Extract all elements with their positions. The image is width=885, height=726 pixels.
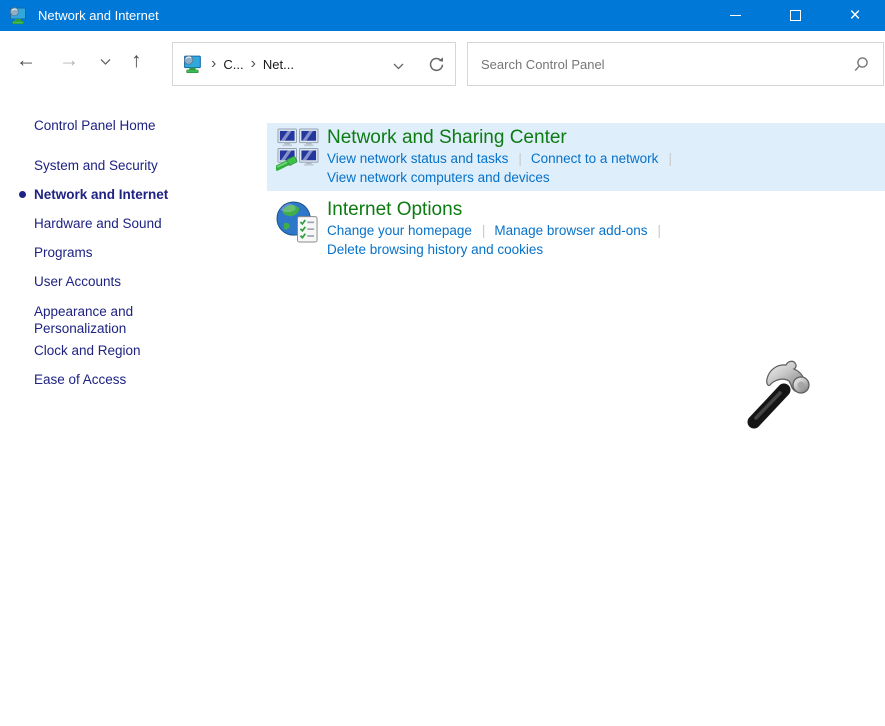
search-icon[interactable] xyxy=(853,56,870,73)
sidebar-item-network-and-internet[interactable]: Network and Internet xyxy=(34,187,199,202)
sidebar-item-ease-of-access[interactable]: Ease of Access xyxy=(34,372,199,387)
window-controls: × xyxy=(705,0,885,31)
sidebar-item-clock-and-region[interactable]: Clock and Region xyxy=(34,343,199,358)
active-item-bullet-icon xyxy=(19,191,26,198)
task-row: Delete browsing history and cookies xyxy=(327,240,885,259)
sidebar-item-appearance-and-personalization[interactable]: Appearance and Personalization xyxy=(34,303,199,337)
link-connect-to-a-network[interactable]: Connect to a network xyxy=(531,151,659,166)
category-title-network-and-sharing-center[interactable]: Network and Sharing Center xyxy=(327,127,567,149)
task-row: Change your homepage | Manage browser add-… xyxy=(327,221,885,240)
minimize-button[interactable] xyxy=(705,0,765,31)
link-separator: | xyxy=(518,151,522,166)
breadcrumb-separator-icon: › xyxy=(211,57,216,71)
forward-button[interactable]: → xyxy=(59,49,79,72)
sidebar-item-hardware-and-sound[interactable]: Hardware and Sound xyxy=(34,216,199,231)
close-icon: × xyxy=(849,6,860,25)
maximize-icon xyxy=(790,10,801,21)
category-title-internet-options[interactable]: Internet Options xyxy=(327,199,462,221)
breadcrumb-network-and-internet[interactable]: Net... xyxy=(263,57,294,72)
titlebar: Network and Internet × xyxy=(0,0,885,31)
window-title: Network and Internet xyxy=(38,8,159,23)
control-panel-window: Network and Internet × ← → ↑ › xyxy=(0,0,885,726)
sidebar: Control Panel Home System and Security N… xyxy=(0,90,267,726)
link-delete-browsing-history-and-cookies[interactable]: Delete browsing history and cookies xyxy=(327,242,543,257)
internet-options-icon[interactable] xyxy=(276,200,319,243)
sidebar-item-system-and-security[interactable]: System and Security xyxy=(34,158,199,173)
search-box xyxy=(467,42,884,86)
main-content: Network and Sharing Center View network … xyxy=(267,90,885,267)
link-view-network-status-and-tasks[interactable]: View network status and tasks xyxy=(327,151,508,166)
task-row: View network status and tasks | Connect to… xyxy=(327,149,885,168)
link-manage-browser-add-ons[interactable]: Manage browser add-ons xyxy=(494,223,647,238)
sidebar-item-programs[interactable]: Programs xyxy=(34,245,199,260)
back-button[interactable]: ← xyxy=(16,49,36,72)
up-button[interactable]: ↑ xyxy=(131,49,142,73)
minimize-icon xyxy=(730,15,741,16)
maximize-button[interactable] xyxy=(765,0,825,31)
refresh-icon[interactable] xyxy=(428,56,445,73)
category-internet-options: Internet Options Change your homepage | Ma… xyxy=(267,195,885,263)
breadcrumb-control-panel[interactable]: C... xyxy=(223,57,243,72)
recent-locations-chevron-icon[interactable] xyxy=(100,49,111,72)
link-separator: | xyxy=(482,223,486,238)
address-bar[interactable]: › C... › Net... xyxy=(172,42,456,86)
toolbar: ← → ↑ › C... › Net... xyxy=(0,31,885,90)
link-view-network-computers-and-devices[interactable]: View network computers and devices xyxy=(327,170,550,185)
address-dropdown-chevron-icon[interactable] xyxy=(393,57,404,75)
sidebar-item-user-accounts[interactable]: User Accounts xyxy=(34,274,199,289)
hammer-cursor-icon xyxy=(742,355,818,433)
sidebar-item-control-panel-home[interactable]: Control Panel Home xyxy=(34,118,199,133)
location-icon xyxy=(183,55,204,74)
close-button[interactable]: × xyxy=(825,0,885,31)
breadcrumb-separator-icon: › xyxy=(251,57,256,71)
search-input[interactable] xyxy=(481,57,845,72)
link-change-your-homepage[interactable]: Change your homepage xyxy=(327,223,472,238)
category-network-and-sharing-center: Network and Sharing Center View network … xyxy=(267,123,885,191)
network-sharing-icon[interactable] xyxy=(276,128,319,171)
network-monitor-icon xyxy=(9,7,29,25)
task-row: View network computers and devices xyxy=(327,168,885,187)
link-separator: | xyxy=(668,151,672,166)
link-separator: | xyxy=(657,223,661,238)
